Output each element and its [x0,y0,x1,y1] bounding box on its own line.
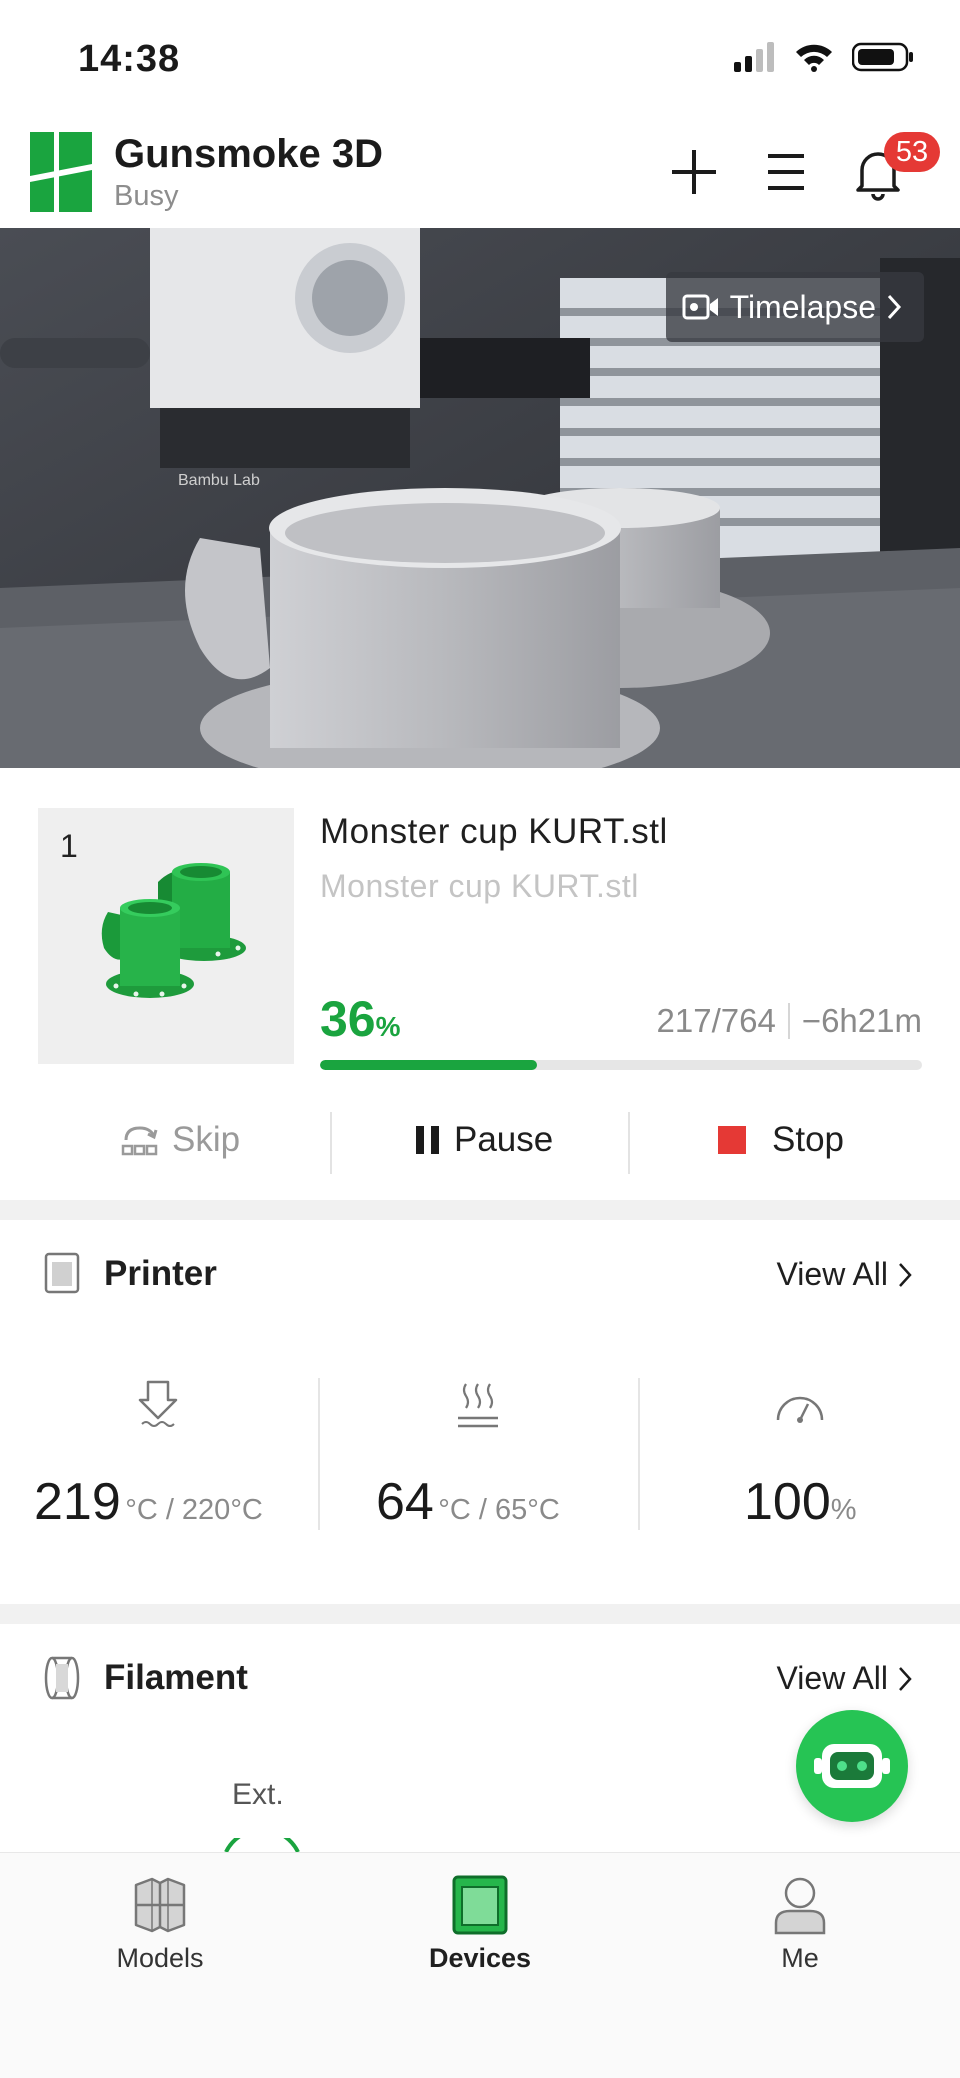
layer-info: 217/764 −6h21m [657,1002,922,1040]
skip-button[interactable]: Skip [120,1104,240,1176]
filament-view-all[interactable]: View All [777,1660,912,1697]
bed-temp-target: °C / 65°C [438,1494,560,1526]
layer-divider [787,1003,790,1039]
print-speed[interactable]: 100% [744,1472,857,1532]
timelapse-button[interactable]: Timelapse [665,272,924,342]
job-title: Monster cup KURT.stl [320,812,668,851]
pause-icon [416,1126,439,1154]
nav-me[interactable]: Me [700,1875,900,1974]
filament-view-all-label: View All [776,1660,888,1696]
printer-view-all-label: View All [776,1256,888,1292]
notification-badge[interactable]: 53 [884,132,940,172]
robot-icon [814,1744,890,1788]
skip-label: Skip [172,1120,241,1159]
device-status: Busy [114,180,179,212]
skip-objects-icon [121,1126,158,1156]
add-icon[interactable] [664,142,724,202]
print-job-card: 1 Monster cup KURT.stl Monster cup KURT.… [0,768,960,1198]
bottom-nav: Models Devices Me [0,1852,960,2078]
menu-icon[interactable] [756,142,816,202]
layer-count: 217/764 [656,1002,776,1039]
header: Gunsmoke 3D Busy 53 [0,120,960,228]
models-cubes-icon [134,1877,186,1933]
nozzle-icon [138,1380,178,1427]
time-remaining: −6h21m [801,1002,922,1039]
progress-bar [320,1060,922,1070]
printer-icon [44,1252,80,1294]
section-divider [0,1200,960,1220]
external-spool-ring[interactable] [222,1838,302,1852]
me-profile-icon [774,1877,826,1935]
model-thumbnail[interactable]: 1 [38,808,294,1064]
device-name[interactable]: Gunsmoke 3D [114,132,383,177]
timelapse-label: Timelapse [729,288,876,325]
svg-text:Bambu Lab: Bambu Lab [178,472,260,489]
action-divider [628,1112,630,1174]
external-spool-label: Ext. [232,1778,284,1811]
assistant-bot-button[interactable] [796,1710,908,1822]
wifi-icon [796,44,832,72]
nozzle-temp-value: 219 [34,1473,121,1531]
printer-view-all[interactable]: View All [777,1256,912,1293]
camera-view[interactable]: Bambu Lab Timelapse [0,228,960,768]
filament-section-title: Filament [104,1658,248,1697]
model-preview-icon [101,863,246,998]
nozzle-temp-target: °C / 220°C [125,1494,263,1526]
filament-spool-icon [44,1656,80,1700]
status-icons [734,42,914,72]
devices-printer-icon [452,1875,508,1935]
progress-sign: % [375,1011,401,1042]
signal-icon [734,42,774,72]
nozzle-temp[interactable]: 219 °C / 220°C [34,1472,263,1532]
bambu-logo-icon [30,132,92,212]
nav-devices-label: Devices [428,1943,532,1973]
stop-label: Stop [772,1120,844,1159]
stop-icon [718,1126,746,1154]
print-speed-unit: % [830,1494,857,1526]
stat-divider [638,1378,640,1530]
stat-divider [318,1378,320,1530]
progress-value: 36 [320,991,376,1047]
pause-label: Pause [454,1120,554,1159]
chevron-right-icon [899,1666,912,1691]
nav-models-label: Models [116,1943,204,1973]
bed-temp-value: 64 [376,1473,434,1531]
speed-gauge-icon[interactable] [774,1380,826,1428]
chevron-right-icon [899,1262,912,1287]
section-divider [0,1604,960,1624]
nav-models[interactable]: Models [60,1875,260,1974]
chevron-right-icon [887,294,902,320]
bed-temp[interactable]: 64 °C / 65°C [376,1472,560,1532]
nav-devices[interactable]: Devices [380,1875,580,1974]
job-actions: Skip Pause Stop [0,1104,960,1176]
video-camera-icon [682,294,718,320]
printer-section-title: Printer [104,1254,217,1293]
print-speed-value: 100 [744,1473,831,1531]
stop-button[interactable]: Stop [718,1104,844,1176]
nav-me-label: Me [781,1943,819,1973]
pause-button[interactable]: Pause [414,1104,553,1176]
heatbed-icon [458,1383,498,1428]
status-time: 14:38 [78,38,181,80]
progress-bar-fill [320,1060,537,1070]
battery-icon [852,42,913,72]
progress-percent: 36% [320,990,401,1048]
job-subtitle: Monster cup KURT.stl [320,868,639,904]
status-bar: 14:38 [0,0,960,120]
action-divider [330,1112,332,1174]
